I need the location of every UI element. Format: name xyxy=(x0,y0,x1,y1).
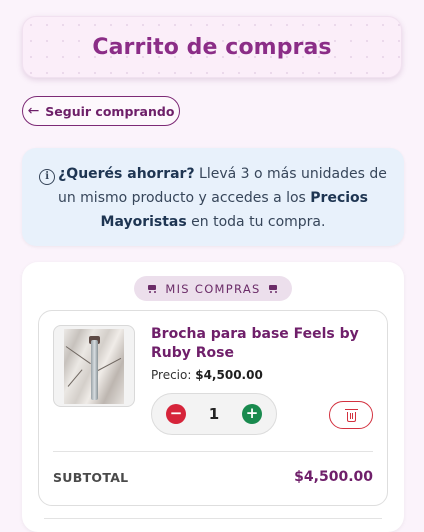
subtotal-label: SUBTOTAL xyxy=(53,470,129,485)
price-label: Precio: xyxy=(151,368,192,382)
quantity-stepper: − 1 + xyxy=(151,393,277,435)
cart-panel: MIS COMPRAS Brocha para base Feels by Ru… xyxy=(22,262,404,532)
wholesale-info-banner: i ¿Querés ahorrar? Llevá 3 o más unidades… xyxy=(22,148,404,246)
price-value: $4,500.00 xyxy=(195,368,263,382)
page-header: Carrito de compras xyxy=(22,16,402,78)
my-purchases-badge: MIS COMPRAS xyxy=(134,276,292,301)
decrease-quantity-button[interactable]: − xyxy=(166,404,186,424)
product-name[interactable]: Brocha para base Feels by Ruby Rose xyxy=(151,325,377,363)
product-price: Precio: $4,500.00 xyxy=(151,368,263,382)
remove-item-button[interactable] xyxy=(329,401,373,429)
quantity-value: 1 xyxy=(208,405,220,423)
info-icon: i xyxy=(39,169,56,185)
increase-quantity-button[interactable]: + xyxy=(242,404,262,424)
continue-shopping-label: Seguir comprando xyxy=(45,103,175,119)
my-purchases-label: MIS COMPRAS xyxy=(165,281,261,296)
arrow-left-icon: ← xyxy=(27,103,40,119)
page-title: Carrito de compras xyxy=(92,34,332,60)
cart-icon xyxy=(147,284,158,294)
subtotal-value: $4,500.00 xyxy=(294,469,373,485)
product-image[interactable] xyxy=(53,325,135,407)
divider xyxy=(53,451,373,452)
continue-shopping-button[interactable]: ← Seguir comprando xyxy=(22,96,180,126)
info-highlight: ¿Querés ahorrar? xyxy=(58,166,195,182)
trash-icon xyxy=(344,408,358,422)
info-text-after: en toda tu compra. xyxy=(186,214,326,230)
cart-icon xyxy=(268,284,279,294)
cart-item: Brocha para base Feels by Ruby Rose Prec… xyxy=(38,310,388,506)
